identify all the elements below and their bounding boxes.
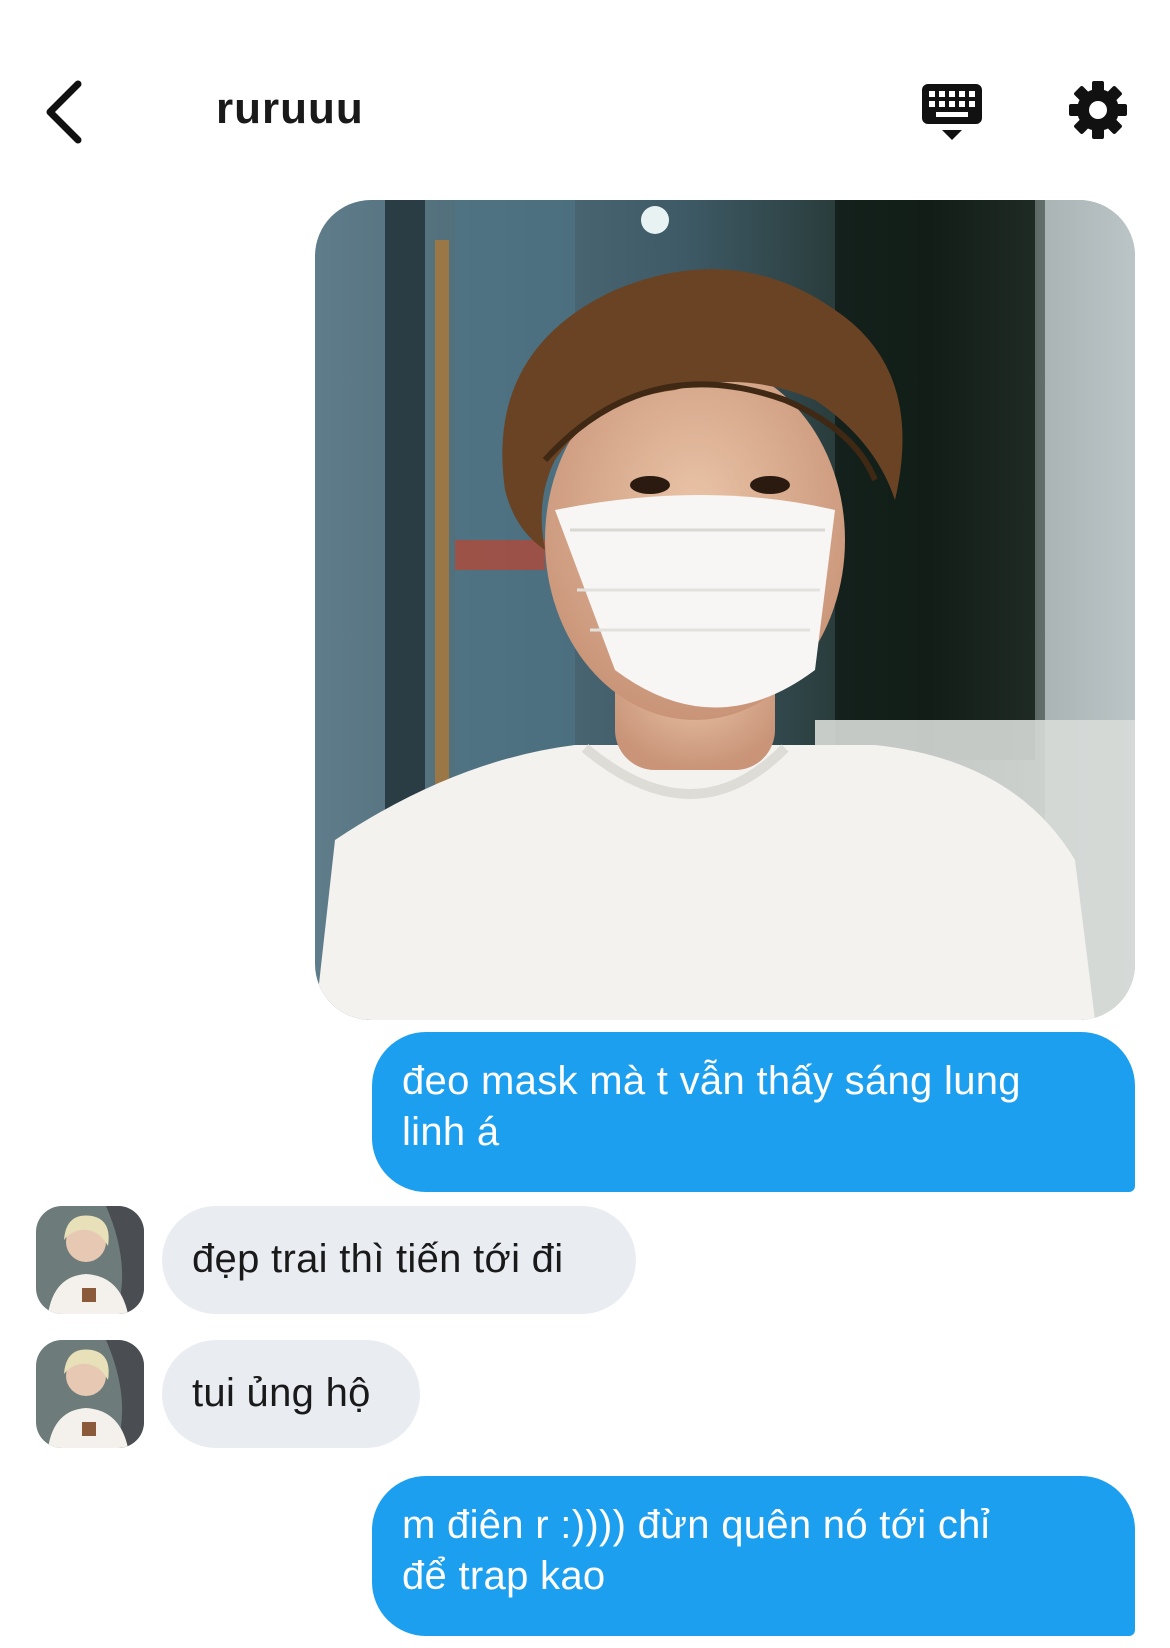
keyboard-button[interactable] (920, 82, 984, 146)
avatar-image (36, 1340, 144, 1448)
message-bubble-sent[interactable]: đeo mask mà t vẫn thấy sáng lung linh á (372, 1032, 1135, 1192)
photo-image (315, 200, 1135, 1020)
conversation-title[interactable]: ruruuu (216, 84, 364, 134)
avatar[interactable] (36, 1340, 144, 1448)
message-bubble-received[interactable]: đẹp trai thì tiến tới đi (162, 1206, 636, 1314)
message-bubble-received[interactable]: tui ủng hộ (162, 1340, 420, 1448)
keyboard-icon (922, 84, 982, 140)
gear-icon (1069, 81, 1127, 139)
message-bubble-sent[interactable]: m điên r :)))) đừn quên nó tới chỉ để tr… (372, 1476, 1135, 1636)
shared-photo-message[interactable] (315, 200, 1135, 1020)
chat-header: ruruuu (0, 0, 1170, 190)
avatar-image (36, 1206, 144, 1314)
chevron-left-icon (46, 80, 82, 144)
settings-button[interactable] (1066, 78, 1130, 142)
back-button[interactable] (40, 76, 92, 148)
avatar[interactable] (36, 1206, 144, 1314)
